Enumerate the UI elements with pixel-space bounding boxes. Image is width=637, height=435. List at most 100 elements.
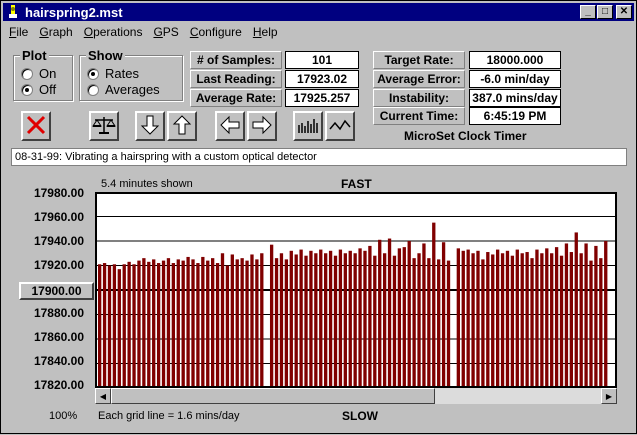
rate-bar (245, 260, 249, 388)
rate-bar (417, 253, 421, 388)
rate-bar (333, 255, 338, 388)
rate-bar (294, 254, 298, 388)
balance-button[interactable] (89, 111, 119, 141)
scroll-right-button[interactable] (247, 111, 277, 141)
rate-bar (324, 253, 328, 388)
rate-bar (510, 255, 515, 388)
rate-bar (220, 253, 225, 388)
menu-configure[interactable]: Configure (190, 25, 242, 39)
plot-on-radio[interactable]: On (21, 66, 56, 81)
plot-off-radio[interactable]: Off (21, 82, 56, 97)
show-rates-radio[interactable]: Rates (87, 66, 139, 81)
zoom-label: 100% (49, 410, 78, 422)
rate-bar (117, 269, 121, 388)
radio-selected-icon (87, 67, 99, 80)
close-button[interactable]: ✕ (616, 5, 632, 19)
shift-up-button[interactable] (167, 111, 197, 141)
plot-on-label: On (39, 66, 57, 81)
minimize-button[interactable]: _ (580, 5, 596, 19)
scroll-thumb[interactable] (111, 388, 435, 404)
show-averages-radio[interactable]: Averages (87, 82, 160, 97)
status-line: 08-31-99: Vibrating a hairspring with a … (11, 148, 627, 166)
rate-bar (309, 250, 313, 388)
shift-down-button[interactable] (135, 111, 165, 141)
rate-bar (461, 250, 465, 388)
menu-gps[interactable]: GPS (153, 25, 178, 39)
menu-file[interactable]: File (9, 25, 28, 39)
clear-button[interactable] (21, 111, 51, 141)
scroll-right-arrow-icon[interactable]: ▶ (601, 388, 617, 404)
plot-off-label: Off (39, 82, 57, 97)
instability-label: Instability: (373, 89, 465, 107)
rate-bar (284, 259, 289, 388)
horizontal-scrollbar[interactable]: ◀ ▶ (95, 388, 617, 404)
menu-graph[interactable]: Graph (39, 25, 72, 39)
rate-bar (574, 232, 578, 388)
rate-bar (545, 248, 549, 388)
rate-bar (476, 250, 480, 388)
rate-bar (161, 260, 166, 388)
arrow-down-icon (140, 114, 160, 139)
rate-bar (166, 258, 171, 388)
rate-bar (530, 258, 534, 388)
rate-bar (348, 250, 352, 388)
rate-bar (127, 261, 131, 388)
rate-bar (373, 255, 377, 388)
scroll-left-button[interactable] (215, 111, 245, 141)
center-rate-button[interactable]: 17900.00 (19, 282, 94, 300)
rate-bar (363, 250, 367, 388)
rate-bar (132, 264, 136, 388)
maximize-button[interactable]: □ (597, 5, 613, 19)
menu-help[interactable]: Help (253, 25, 278, 39)
rate-bar (255, 259, 259, 388)
rate-bar (495, 249, 500, 388)
rate-bar (279, 253, 284, 388)
rate-bar (466, 249, 470, 388)
rate-bar-chart (95, 192, 617, 388)
arrow-right-icon (251, 115, 273, 138)
rate-bar (407, 241, 411, 388)
rate-bar (152, 259, 156, 388)
bar-graph-button[interactable] (293, 111, 323, 141)
rate-bar (176, 259, 180, 388)
target-rate-label: Target Rate: (373, 51, 465, 69)
rate-bar (137, 260, 141, 388)
rate-bar (122, 264, 126, 388)
line-graph-button[interactable] (325, 111, 355, 141)
arrow-up-icon (172, 114, 192, 139)
balance-scale-icon (92, 114, 116, 139)
rate-bar (505, 250, 510, 388)
rate-bar (171, 263, 176, 388)
samples-value: 101 (285, 51, 359, 69)
rate-bar (250, 254, 254, 388)
rate-bar (319, 249, 323, 388)
app-icon (5, 4, 21, 20)
rate-bar (554, 247, 559, 388)
rate-bar (299, 249, 303, 388)
rate-bar (274, 258, 279, 388)
rate-bar (260, 253, 264, 388)
ytick-label: 17840.00 (33, 354, 84, 368)
target-rate-value: 18000.000 (469, 51, 561, 69)
rate-bar (432, 222, 436, 388)
rate-bar (427, 258, 431, 388)
show-averages-label: Averages (105, 82, 160, 97)
menu-operations[interactable]: Operations (84, 25, 143, 39)
rate-bar (422, 243, 426, 388)
clear-x-icon (25, 114, 47, 139)
ytick-label: 17960.00 (33, 210, 84, 224)
plot-group: Plot On Off (13, 48, 73, 101)
rate-bar (559, 255, 564, 388)
rate-bar (206, 260, 210, 388)
radio-selected-icon (21, 83, 33, 96)
ytick-label: 17980.00 (33, 186, 84, 200)
rate-bar (186, 256, 190, 388)
slow-label: SLOW (342, 409, 378, 423)
radio-circle-icon (87, 83, 99, 96)
rate-bar (540, 253, 544, 388)
rate-bar (402, 247, 406, 388)
rate-bar (589, 260, 593, 388)
rate-bar (456, 248, 460, 388)
rate-bar (358, 248, 362, 388)
scroll-left-arrow-icon[interactable]: ◀ (95, 388, 111, 404)
